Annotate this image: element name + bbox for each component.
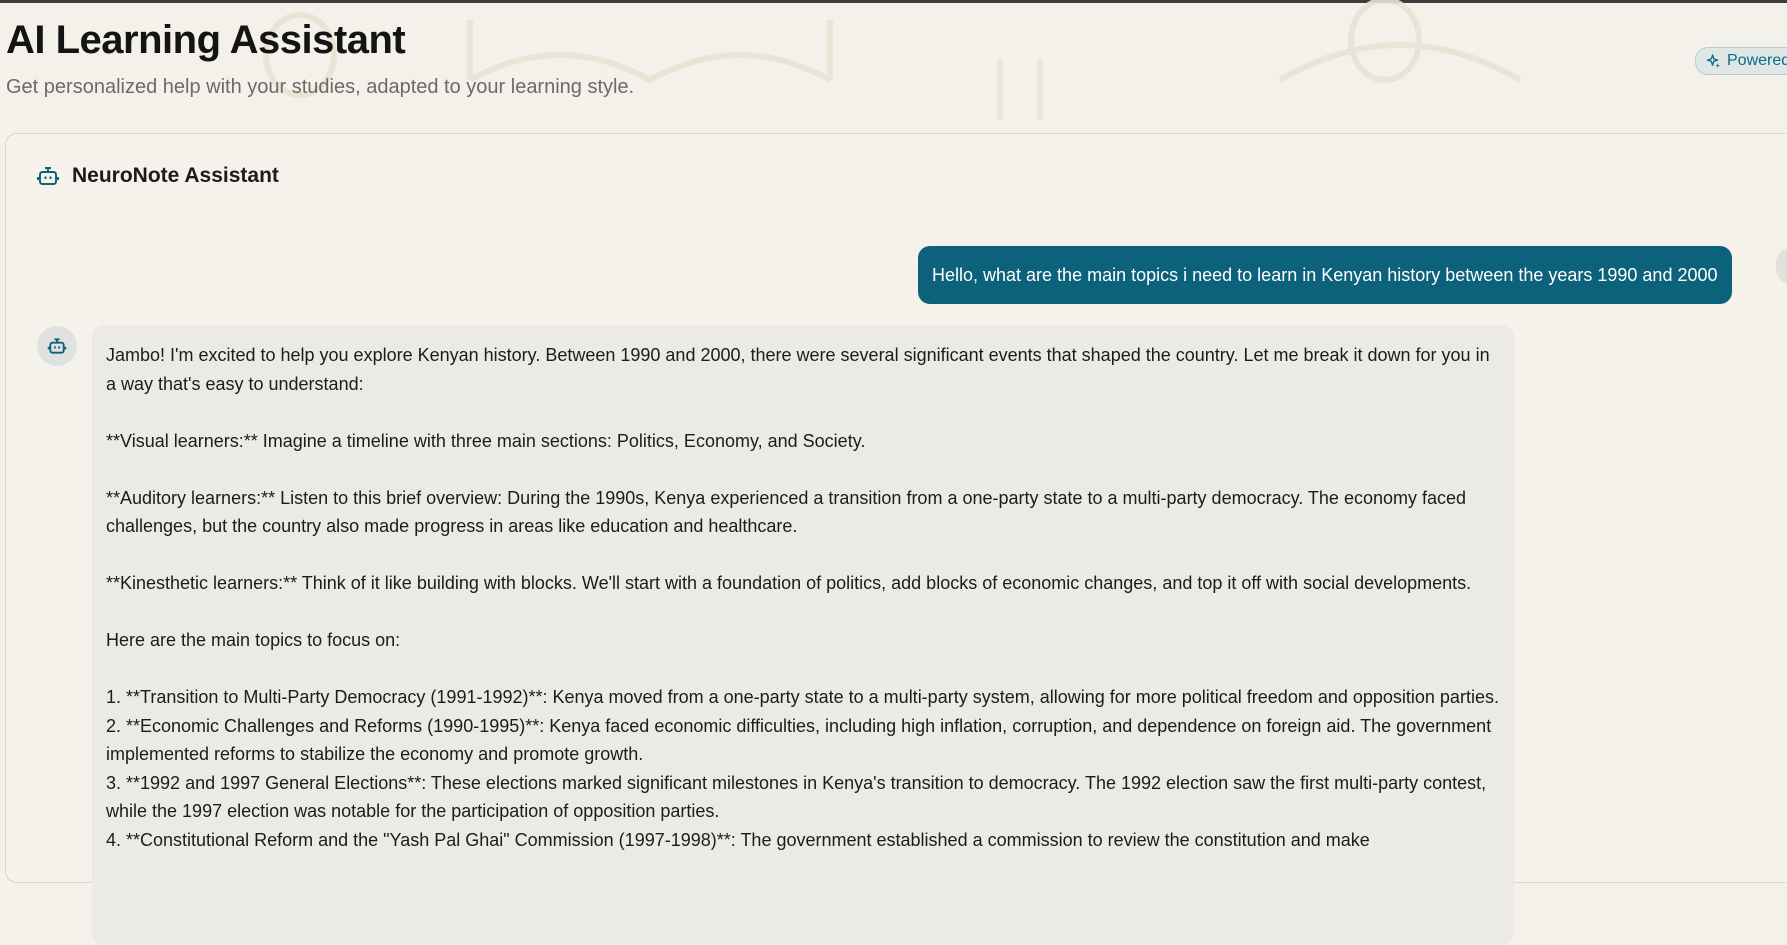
user-message-text: Hello, what are the main topics i need t… bbox=[932, 264, 1718, 285]
assistant-avatar bbox=[37, 326, 77, 366]
user-message-bubble: Hello, what are the main topics i need t… bbox=[918, 246, 1732, 304]
robot-icon bbox=[47, 338, 67, 354]
powered-badge-label: Powered bbox=[1727, 52, 1787, 69]
assistant-message-bubble: Jambo! I'm excited to help you explore K… bbox=[92, 325, 1514, 945]
chat-header: NeuroNote Assistant bbox=[36, 164, 279, 188]
topic-list-item: 4. **Constitutional Reform and the "Yash… bbox=[106, 829, 1370, 850]
page-header: AI Learning Assistant Get personalized h… bbox=[6, 14, 1706, 114]
page-subtitle: Get personalized help with your studies,… bbox=[6, 76, 635, 98]
robot-icon bbox=[37, 167, 59, 185]
topic-list-item: 3. **1992 and 1997 General Elections**: … bbox=[106, 772, 1487, 822]
topic-list-item: 2. **Economic Challenges and Reforms (19… bbox=[106, 715, 1492, 765]
window-top-border bbox=[0, 0, 1787, 3]
topic-list-item: 1. **Transition to Multi-Party Democracy… bbox=[106, 687, 1499, 707]
assistant-paragraph: **Kinesthetic learners:** Think of it li… bbox=[106, 573, 1472, 593]
assistant-paragraph: Here are the main topics to focus on: bbox=[106, 630, 401, 650]
page-title: AI Learning Assistant bbox=[6, 18, 406, 62]
assistant-name: NeuroNote Assistant bbox=[72, 164, 279, 187]
assistant-paragraph: **Visual learners:** Imagine a timeline … bbox=[106, 430, 866, 451]
powered-by-badge: Powered bbox=[1695, 47, 1787, 75]
assistant-paragraph: Jambo! I'm excited to help you explore K… bbox=[106, 345, 1490, 394]
assistant-paragraph: **Auditory learners:** Listen to this br… bbox=[106, 487, 1467, 537]
sparkle-icon bbox=[1706, 53, 1721, 68]
